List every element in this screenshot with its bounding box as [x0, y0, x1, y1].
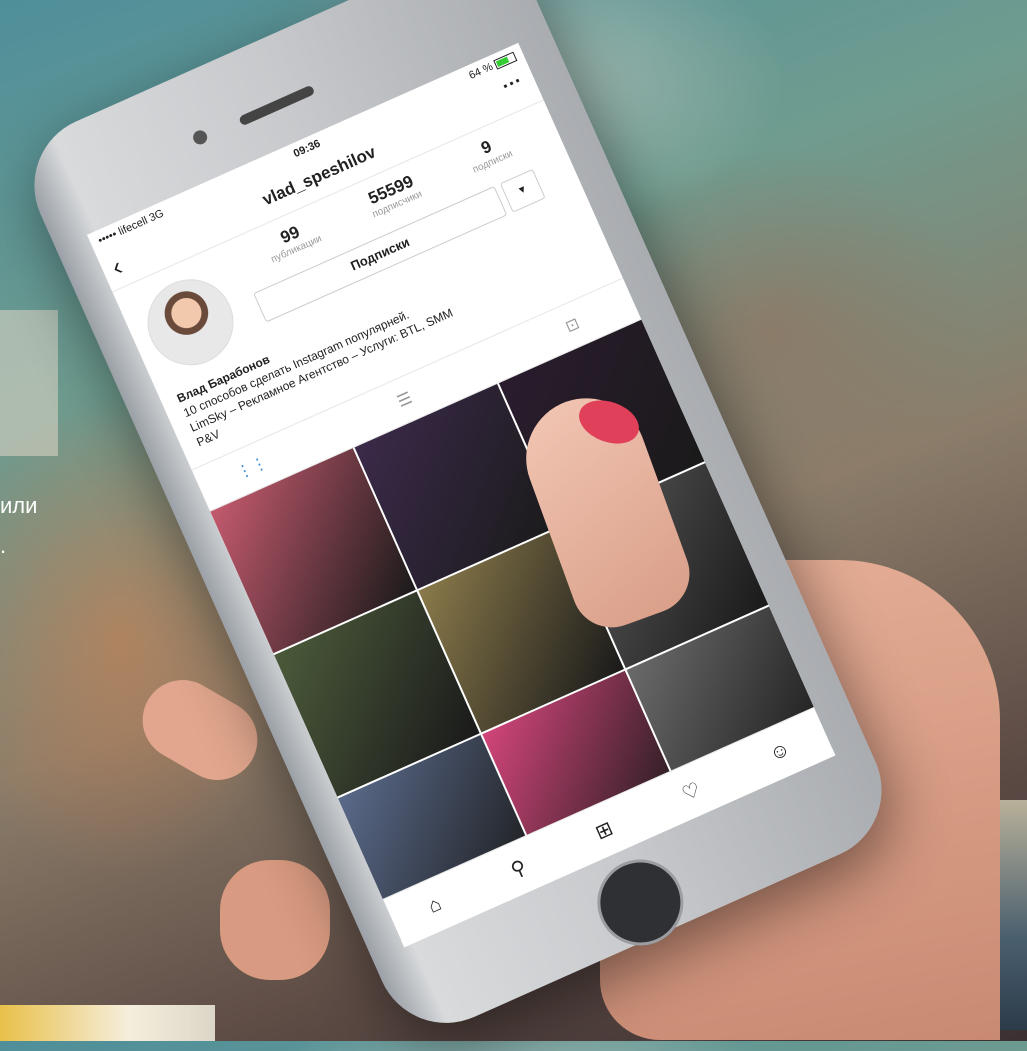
stat-posts[interactable]: 99 публикации	[261, 215, 323, 265]
earpiece-speaker	[238, 84, 316, 127]
stat-following[interactable]: 9 подписки	[463, 130, 514, 176]
phone-screen: ••••• lifecell 3G 09:36 64 % ‹ vlad_spes…	[86, 42, 836, 948]
front-camera	[190, 128, 210, 147]
triangle-down-icon[interactable]: ▼	[499, 168, 546, 213]
search-icon[interactable]: ⚲	[507, 854, 531, 883]
tagged-person-icon[interactable]: ⊡	[562, 313, 582, 337]
background-panel	[0, 310, 58, 456]
background-photo-bottom	[0, 1005, 215, 1041]
battery-icon	[493, 51, 518, 70]
stat-followers[interactable]: 55599 подписчики	[363, 170, 424, 221]
grid-icon[interactable]: ⋮⋮	[233, 452, 270, 483]
heart-icon[interactable]: ♡	[678, 776, 705, 806]
background-text-line1: или	[0, 493, 38, 518]
background-text-line2: .	[0, 533, 7, 558]
list-icon[interactable]: ☰	[394, 388, 415, 412]
hand-finger	[220, 860, 330, 980]
add-post-icon[interactable]: ⊞	[591, 815, 616, 845]
profile-icon[interactable]: ☺	[766, 737, 794, 766]
home-icon[interactable]: ⌂	[425, 892, 445, 918]
